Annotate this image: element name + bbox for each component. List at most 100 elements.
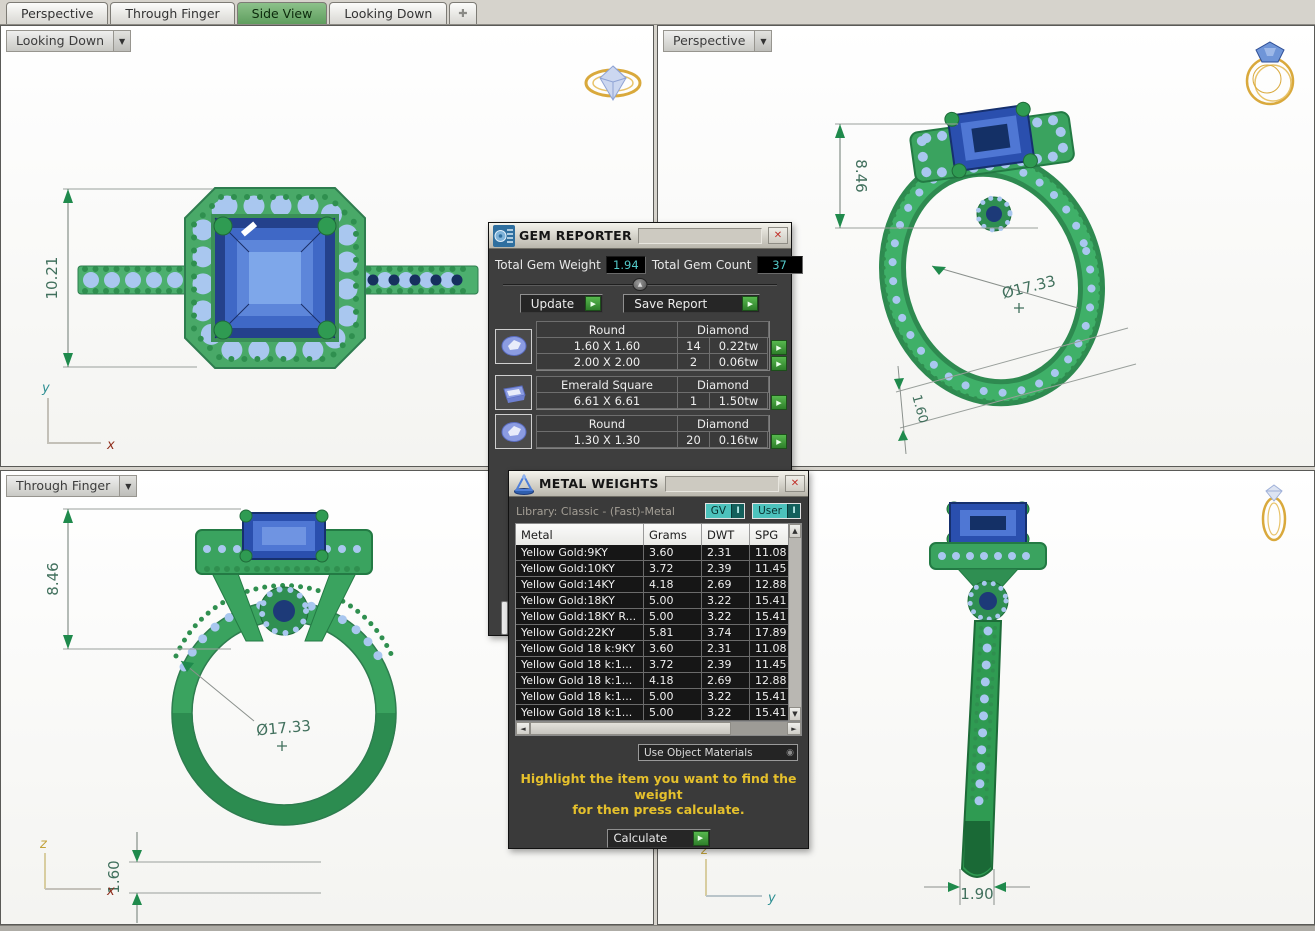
scroll-left-icon[interactable]: ◄ <box>516 722 530 735</box>
table-row[interactable]: Yellow Gold:18KY5.003.2215.41 <box>516 593 788 609</box>
table-cell: 3.22 <box>702 609 750 624</box>
table-cell: 11.45 <box>750 561 788 576</box>
gem-type: Diamond <box>677 376 769 393</box>
total-gem-weight-label: Total Gem Weight <box>495 258 601 272</box>
dimension-1-60: 1.60 <box>105 832 321 923</box>
panel-expander[interactable]: ▲ <box>503 278 777 292</box>
dialog-title: METAL WEIGHTS <box>539 476 659 491</box>
viewport-tab-bar: Perspective Through Finger Side View Loo… <box>0 0 1315 25</box>
scrollbar-thumb[interactable] <box>501 601 508 635</box>
table-row[interactable]: Yellow Gold 18 k:1...4.182.6912.88 <box>516 673 788 689</box>
table-cell: Yellow Gold 18 k:1... <box>516 705 644 720</box>
viewport-label-perspective[interactable]: Perspective ▼ <box>663 30 772 52</box>
svg-text:x: x <box>106 438 115 453</box>
material-picker-icon: ◉ <box>783 748 797 758</box>
dimension-1-60: 1.60 <box>894 366 930 454</box>
table-cell: 3.22 <box>702 705 750 720</box>
table-row[interactable]: Yellow Gold 18 k:1...3.722.3911.45 <box>516 657 788 673</box>
tab-perspective[interactable]: Perspective <box>6 2 108 24</box>
table-row[interactable]: Yellow Gold 18 k:1...5.003.2215.41 <box>516 705 788 721</box>
user-button[interactable]: User I <box>752 503 801 519</box>
gem-row-detail-button[interactable]: ▶ <box>771 356 787 371</box>
scroll-up-icon[interactable]: ▲ <box>789 524 801 538</box>
close-icon[interactable]: ✕ <box>768 227 788 244</box>
scroll-down-icon[interactable]: ▼ <box>789 707 801 721</box>
metal-weights-icon <box>513 473 535 495</box>
update-button[interactable]: Update ▶ <box>520 294 603 313</box>
metal-table-body: Yellow Gold:9KY3.602.3111.08Yellow Gold:… <box>516 545 788 721</box>
gem-row-detail-button[interactable]: ▶ <box>771 434 787 449</box>
table-row[interactable]: Yellow Gold 18 k:9KY3.602.3111.08 <box>516 641 788 657</box>
table-cell: 5.00 <box>644 705 702 720</box>
table-row[interactable]: Yellow Gold:18KY R...5.003.2215.41 <box>516 609 788 625</box>
tab-looking-down[interactable]: Looking Down <box>329 2 447 24</box>
gem-size: 1.60 X 1.60 <box>536 337 678 354</box>
gem-count: 1 <box>677 392 710 409</box>
gem-reporter-title-bar[interactable]: GEM REPORTER ✕ <box>489 223 791 249</box>
table-cell: 15.41 <box>750 705 788 720</box>
viewport-label-looking-down[interactable]: Looking Down ▼ <box>6 30 131 52</box>
gem-row-detail-button[interactable]: ▶ <box>771 395 787 410</box>
svg-text:y: y <box>767 891 776 906</box>
cplane-ring-icon <box>1263 485 1285 540</box>
chevron-down-icon[interactable]: ▼ <box>120 475 137 497</box>
save-report-button[interactable]: Save Report ▶ <box>623 294 760 313</box>
calculate-button[interactable]: Calculate ▶ <box>607 829 711 848</box>
table-row[interactable]: Yellow Gold:10KY3.722.3911.45 <box>516 561 788 577</box>
vertical-scrollbar[interactable]: ▲ ▼ <box>788 524 801 721</box>
table-cell: Yellow Gold 18 k:9KY <box>516 641 644 656</box>
table-row[interactable]: Yellow Gold:9KY3.602.3111.08 <box>516 545 788 561</box>
viewport-label-through-finger[interactable]: Through Finger ▼ <box>6 475 137 497</box>
add-viewport-tab[interactable]: ✚ <box>449 2 476 24</box>
close-icon[interactable]: ✕ <box>785 475 805 492</box>
gem-row-detail-button[interactable]: ▶ <box>771 340 787 355</box>
gem-group: Emerald Square Diamond 6.61 X 6.61 1 1.5… <box>495 375 787 410</box>
table-cell: Yellow Gold:18KY <box>516 593 644 608</box>
svg-text:1.90: 1.90 <box>960 885 993 903</box>
svg-text:10.21: 10.21 <box>43 257 61 300</box>
table-row[interactable]: Yellow Gold:22KY5.813.7417.89 <box>516 625 788 641</box>
gem-shape: Emerald Square <box>536 376 678 393</box>
svg-text:z: z <box>39 837 48 852</box>
svg-text:Ø17.33: Ø17.33 <box>1000 272 1057 303</box>
column-header: Metal <box>516 524 644 545</box>
tab-side-view[interactable]: Side View <box>237 2 328 24</box>
gem-count: 2 <box>677 353 710 370</box>
scroll-right-icon[interactable]: ► <box>787 722 801 735</box>
gem-group: Round Diamond 1.30 X 1.30 20 0.16tw ▶ <box>495 414 787 449</box>
table-row[interactable]: Yellow Gold 18 k:1...5.003.2215.41 <box>516 689 788 705</box>
column-header: Grams <box>644 524 702 545</box>
hint-text: Highlight the item you want to find the … <box>509 771 808 818</box>
table-cell: 5.00 <box>644 689 702 704</box>
column-header: SPG <box>750 524 788 545</box>
table-cell: 3.72 <box>644 657 702 672</box>
go-arrow-icon: ▶ <box>693 831 709 846</box>
scrollbar-thumb[interactable] <box>530 722 731 735</box>
expander-arrow-icon[interactable]: ▲ <box>633 278 648 291</box>
horizontal-scrollbar[interactable]: ◄ ► <box>515 722 802 736</box>
table-cell: 2.39 <box>702 561 750 576</box>
gem-size: 1.30 X 1.30 <box>536 431 678 448</box>
tab-through-finger[interactable]: Through Finger <box>110 2 234 24</box>
gv-button[interactable]: GV I <box>705 503 745 519</box>
total-gem-count-label: Total Gem Count <box>652 258 752 272</box>
chevron-down-icon[interactable]: ▼ <box>755 30 772 52</box>
gem-reporter-icon <box>493 225 515 247</box>
go-arrow-icon: ▶ <box>585 296 601 311</box>
chevron-down-icon[interactable]: ▼ <box>114 30 131 52</box>
gem-size: 6.61 X 6.61 <box>536 392 678 409</box>
use-object-materials-dropdown[interactable]: Use Object Materials ◉ <box>638 744 798 761</box>
table-cell: 2.69 <box>702 577 750 592</box>
gem-count: 14 <box>677 337 710 354</box>
axis-indicator: z x <box>39 837 115 899</box>
cplane-ring-icon <box>586 66 640 100</box>
table-cell: 17.89 <box>750 625 788 640</box>
metal-weights-title-bar[interactable]: METAL WEIGHTS ✕ <box>509 471 808 497</box>
table-row[interactable]: Yellow Gold:14KY4.182.6912.88 <box>516 577 788 593</box>
gem-weight: 0.22tw <box>709 337 768 354</box>
table-cell: 5.81 <box>644 625 702 640</box>
plus-icon: ✚ <box>458 7 467 20</box>
gem-type: Diamond <box>677 321 769 338</box>
metal-table-header: Metal Grams DWT SPG <box>516 524 788 545</box>
table-cell: 3.60 <box>644 545 702 560</box>
